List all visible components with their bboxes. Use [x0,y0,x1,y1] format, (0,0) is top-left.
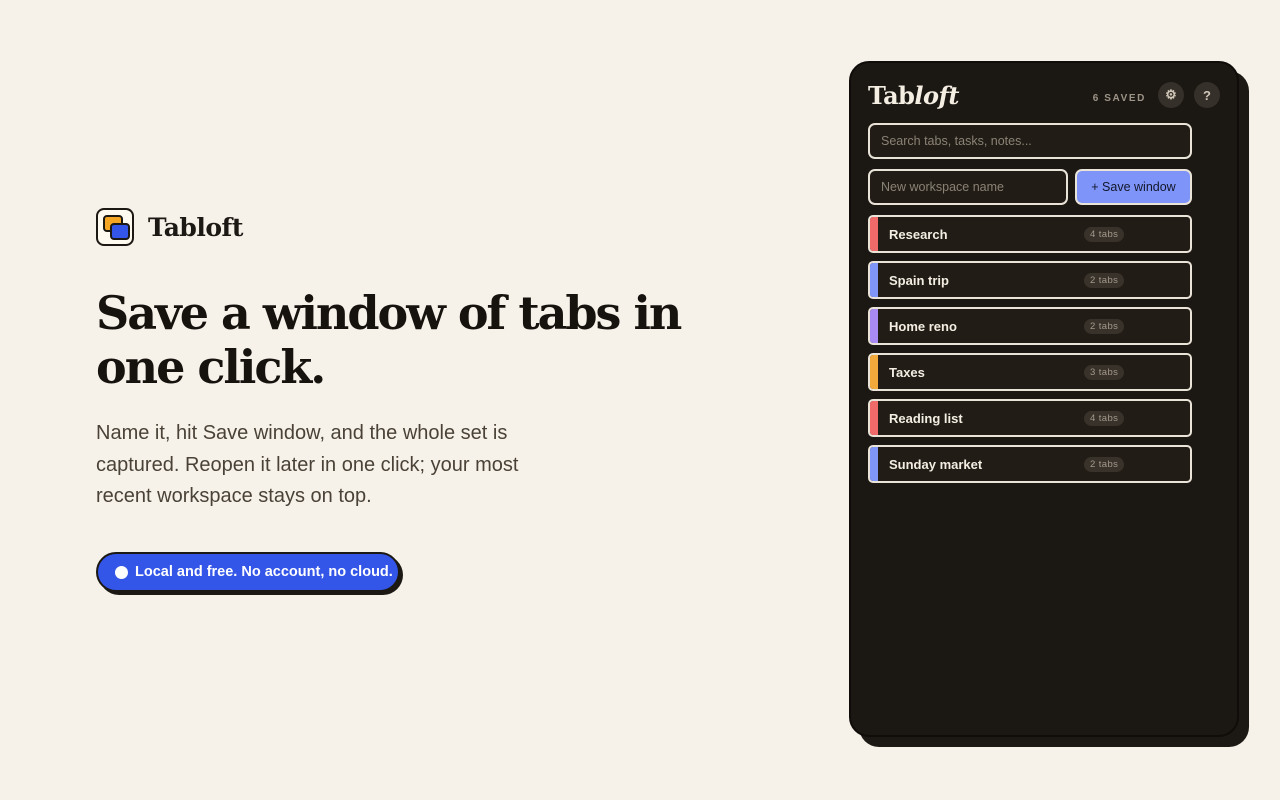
hero-title: Save a window of tabs in one click. [96,286,682,394]
workspace-name: Taxes [889,364,925,380]
workspace-item[interactable]: Research 4 tabs [868,215,1192,253]
tab-count-badge: 4 tabs [1084,411,1125,426]
workspace-color-stripe [870,309,878,343]
workspace-name: Home reno [889,318,957,334]
workspace-name: Research [889,226,948,242]
workspace-name: Spain trip [889,272,949,288]
app-logo: Tabloft [868,80,959,110]
workspace-name: Sunday market [889,456,983,472]
new-workspace-row: + Save window [868,169,1220,205]
search-input[interactable] [868,123,1192,159]
workspace-color-stripe [870,263,878,297]
workspace-item[interactable]: Spain trip 2 tabs [868,261,1192,299]
badge-label: Local and free. No account, no cloud. [135,564,393,580]
app-header: Tabloft 6 SAVED ⚙ ? [868,79,1220,111]
local-free-badge: Local and free. No account, no cloud. [96,552,400,592]
save-window-button[interactable]: + Save window [1075,169,1192,205]
extension-panel: Tabloft 6 SAVED ⚙ ? + Save window Resear… [849,61,1239,737]
workspace-color-stripe [870,355,878,389]
brand-name: Tabloft [148,212,243,242]
tab-count-badge: 2 tabs [1084,319,1125,334]
tab-count-badge: 3 tabs [1084,365,1125,380]
workspace-name: Reading list [889,410,963,426]
brand: Tabloft [96,208,243,246]
dot-icon [115,565,128,579]
saved-count: 6 SAVED [1092,92,1146,104]
header-actions: 6 SAVED ⚙ ? [1093,82,1220,108]
workspace-list: Research 4 tabs Spain trip 2 tabs Home reno 2… [868,215,1220,483]
workspace-color-stripe [870,447,878,481]
workspace-name-input[interactable] [868,169,1068,205]
help-icon[interactable]: ? [1194,82,1220,108]
tab-count-badge: 4 tabs [1084,227,1125,242]
workspace-color-stripe [870,217,878,251]
workspace-item[interactable]: Sunday market 2 tabs [868,445,1192,483]
tab-count-badge: 2 tabs [1084,273,1125,288]
tab-count-badge: 2 tabs [1084,457,1125,472]
workspace-item[interactable]: Taxes 3 tabs [868,353,1192,391]
workspace-item[interactable]: Home reno 2 tabs [868,307,1192,345]
workspace-item[interactable]: Reading list 4 tabs [868,399,1192,437]
tabloft-logo-icon [96,208,134,246]
gear-icon[interactable]: ⚙ [1158,82,1184,108]
hero-subtitle: Name it, hit Save window, and the whole … [96,422,519,507]
workspace-color-stripe [870,401,878,435]
